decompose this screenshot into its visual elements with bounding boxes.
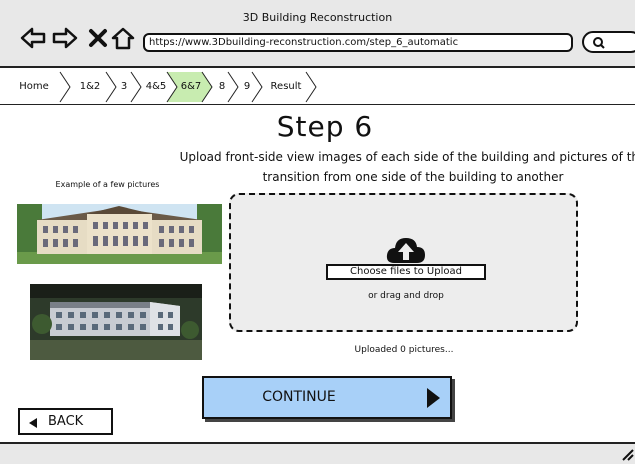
search-field[interactable] <box>582 31 635 53</box>
upload-dropzone[interactable]: Choose files to Upload or drag and drop <box>229 193 578 332</box>
back-triangle-icon <box>29 418 37 428</box>
example-label: Example of a few pictures <box>55 180 160 189</box>
browser-titlebar: 3D Building Reconstruction https://www.3… <box>0 0 635 68</box>
page-title: Step 6 <box>276 110 374 143</box>
breadcrumb-home[interactable]: Home <box>8 70 60 104</box>
close-icon[interactable] <box>86 26 112 50</box>
back-label: BACK <box>48 414 84 429</box>
window-title: 3D Building Reconstruction <box>242 11 393 24</box>
example-building-image-1 <box>17 204 222 264</box>
breadcrumb-result[interactable]: Result <box>262 70 310 104</box>
upload-status-text: Uploaded 0 pictures... <box>354 345 454 355</box>
breadcrumb-step-4-5[interactable]: 4&5 <box>140 70 172 104</box>
choose-files-button[interactable]: Choose files to Upload <box>326 264 486 280</box>
breadcrumb-step-6-7[interactable]: 6&7 <box>176 70 206 104</box>
resize-grip-icon[interactable] <box>621 448 635 462</box>
breadcrumb-step-1-2[interactable]: 1&2 <box>70 70 110 104</box>
drag-and-drop-text: or drag and drop <box>368 291 444 301</box>
breadcrumb-step-8[interactable]: 8 <box>212 70 232 104</box>
breadcrumb-step-9[interactable]: 9 <box>237 70 257 104</box>
example-building-image-2 <box>30 284 202 360</box>
continue-button[interactable]: CONTINUE <box>202 376 452 419</box>
back-button[interactable]: BACK <box>18 408 113 435</box>
url-input[interactable]: https://www.3Dbuilding-reconstruction.co… <box>143 33 573 52</box>
breadcrumb-step-3[interactable]: 3 <box>114 70 134 104</box>
content-divider <box>0 104 635 105</box>
continue-label: CONTINUE <box>262 389 336 405</box>
play-arrow-icon <box>427 388 440 408</box>
cloud-upload-icon <box>386 238 425 263</box>
instructions-text: Upload front-side view images of each si… <box>179 150 635 184</box>
status-bar <box>0 442 635 464</box>
breadcrumb: Home 1&2 3 4&5 6&7 8 9 Result <box>0 70 635 104</box>
back-arrow-icon[interactable] <box>20 26 46 50</box>
home-icon[interactable] <box>110 26 136 50</box>
forward-arrow-icon[interactable] <box>52 26 78 50</box>
search-icon <box>593 37 605 49</box>
